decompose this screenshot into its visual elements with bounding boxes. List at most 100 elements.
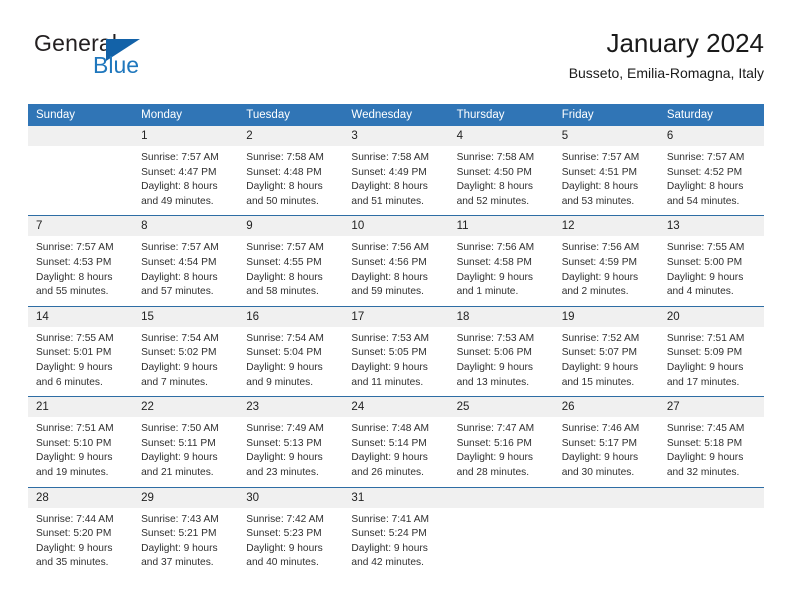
day-cell: [553, 486, 659, 577]
daylight-text-line2: and 55 minutes.: [36, 286, 109, 298]
sunrise-text: Sunrise: 7:47 AM: [456, 423, 535, 435]
day-cell: [448, 486, 554, 577]
day-cell[interactable]: 18 Sunrise: 7:53 AM Sunset: 5:06 PM Dayl…: [448, 305, 554, 397]
day-cell[interactable]: 31 Sunrise: 7:41 AM Sunset: 5:24 PM Dayl…: [343, 486, 449, 577]
daylight-text-line1: Daylight: 9 hours: [456, 361, 534, 373]
page-title: January 2024: [606, 28, 764, 58]
daylight-text-line2: and 9 minutes.: [246, 376, 314, 388]
calendar-page: General Blue January 2024 Busseto, Emili…: [0, 0, 792, 612]
day-number: 31: [343, 487, 449, 508]
day-number: 21: [28, 397, 134, 418]
day-cell[interactable]: 7 Sunrise: 7:57 AM Sunset: 4:53 PM Dayli…: [28, 215, 134, 307]
sunset-text: Sunset: 4:47 PM: [141, 166, 217, 178]
day-details: Sunrise: 7:57 AM Sunset: 4:54 PM Dayligh…: [133, 236, 238, 305]
sunset-text: Sunset: 5:06 PM: [456, 347, 532, 359]
day-cell[interactable]: 17 Sunrise: 7:53 AM Sunset: 5:05 PM Dayl…: [343, 305, 449, 397]
day-cell[interactable]: 26 Sunrise: 7:46 AM Sunset: 5:17 PM Dayl…: [553, 396, 659, 487]
day-cell[interactable]: 22 Sunrise: 7:50 AM Sunset: 5:11 PM Dayl…: [133, 396, 239, 487]
day-cell[interactable]: 21 Sunrise: 7:51 AM Sunset: 5:10 PM Dayl…: [28, 396, 134, 487]
daylight-text-line2: and 21 minutes.: [141, 466, 214, 478]
daylight-text-line1: Daylight: 8 hours: [246, 271, 323, 283]
sunrise-text: Sunrise: 7:55 AM: [666, 242, 745, 254]
sunrise-text: Sunrise: 7:57 AM: [666, 152, 745, 163]
calendar-table: Sunday Monday Tuesday Wednesday Thursday…: [28, 104, 764, 577]
day-cell[interactable]: 4 Sunrise: 7:58 AM Sunset: 4:50 PM Dayli…: [448, 126, 554, 216]
daylight-text-line2: and 28 minutes.: [456, 466, 530, 478]
daylight-text-line1: Daylight: 9 hours: [351, 542, 428, 554]
day-cell[interactable]: 9 Sunrise: 7:57 AM Sunset: 4:55 PM Dayli…: [238, 215, 344, 307]
day-cell[interactable]: 25 Sunrise: 7:47 AM Sunset: 5:16 PM Dayl…: [448, 396, 554, 487]
day-cell[interactable]: 30 Sunrise: 7:42 AM Sunset: 5:23 PM Dayl…: [238, 486, 344, 577]
day-details: Sunrise: 7:57 AM Sunset: 4:55 PM Dayligh…: [238, 236, 343, 305]
daylight-text-line2: and 54 minutes.: [666, 195, 740, 207]
sunrise-text: Sunrise: 7:50 AM: [141, 423, 219, 435]
day-number: [658, 487, 764, 508]
day-cell[interactable]: 24 Sunrise: 7:48 AM Sunset: 5:14 PM Dayl…: [343, 396, 449, 487]
daylight-text-line2: and 13 minutes.: [456, 376, 530, 388]
daylight-text-line1: Daylight: 9 hours: [666, 271, 744, 283]
day-details: Sunrise: 7:50 AM Sunset: 5:11 PM Dayligh…: [133, 417, 238, 486]
weekday-header-friday: Friday: [553, 104, 659, 126]
day-cell[interactable]: 27 Sunrise: 7:45 AM Sunset: 5:18 PM Dayl…: [658, 396, 764, 487]
sunset-text: Sunset: 4:58 PM: [456, 256, 532, 268]
sunset-text: Sunset: 4:51 PM: [561, 166, 638, 178]
day-cell[interactable]: 11 Sunrise: 7:56 AM Sunset: 4:58 PM Dayl…: [448, 215, 554, 307]
sunset-text: Sunset: 5:14 PM: [351, 437, 427, 449]
daylight-text-line1: Daylight: 9 hours: [141, 452, 218, 464]
day-details: Sunrise: 7:47 AM Sunset: 5:16 PM Dayligh…: [449, 417, 554, 486]
day-cell[interactable]: 16 Sunrise: 7:54 AM Sunset: 5:04 PM Dayl…: [238, 305, 344, 397]
sunset-text: Sunset: 4:53 PM: [36, 256, 112, 268]
day-details: Sunrise: 7:51 AM Sunset: 5:10 PM Dayligh…: [28, 417, 133, 486]
day-cell[interactable]: 13 Sunrise: 7:55 AM Sunset: 5:00 PM Dayl…: [658, 215, 764, 307]
daylight-text-line1: Daylight: 9 hours: [36, 542, 113, 554]
day-cell[interactable]: 8 Sunrise: 7:57 AM Sunset: 4:54 PM Dayli…: [133, 215, 239, 307]
day-details: [554, 508, 659, 570]
day-number: 30: [238, 487, 344, 508]
daylight-text-line1: Daylight: 9 hours: [666, 361, 744, 373]
day-number: 5: [553, 126, 659, 146]
calendar-grid: Sunday Monday Tuesday Wednesday Thursday…: [28, 104, 764, 577]
day-number: 12: [553, 216, 659, 237]
sunrise-text: Sunrise: 7:53 AM: [456, 332, 535, 344]
sunset-text: Sunset: 4:48 PM: [246, 166, 322, 178]
day-cell[interactable]: 28 Sunrise: 7:44 AM Sunset: 5:20 PM Dayl…: [28, 486, 134, 577]
general-blue-logo[interactable]: General Blue: [34, 30, 204, 86]
daylight-text-line1: Daylight: 9 hours: [456, 452, 534, 464]
day-cell[interactable]: 15 Sunrise: 7:54 AM Sunset: 5:02 PM Dayl…: [133, 305, 239, 397]
day-cell[interactable]: 2 Sunrise: 7:58 AM Sunset: 4:48 PM Dayli…: [238, 126, 344, 216]
day-cell[interactable]: 3 Sunrise: 7:58 AM Sunset: 4:49 PM Dayli…: [343, 126, 449, 216]
day-details: Sunrise: 7:54 AM Sunset: 5:02 PM Dayligh…: [133, 327, 238, 396]
day-details: Sunrise: 7:57 AM Sunset: 4:53 PM Dayligh…: [28, 236, 133, 305]
sunset-text: Sunset: 4:55 PM: [246, 256, 322, 268]
sunrise-text: Sunrise: 7:41 AM: [351, 513, 430, 525]
day-details: Sunrise: 7:58 AM Sunset: 4:48 PM Dayligh…: [238, 146, 343, 215]
page-header: General Blue January 2024 Busseto, Emili…: [28, 26, 764, 98]
day-number: 9: [238, 216, 344, 237]
day-cell[interactable]: 23 Sunrise: 7:49 AM Sunset: 5:13 PM Dayl…: [238, 396, 344, 487]
daylight-text-line2: and 53 minutes.: [561, 195, 635, 207]
sunrise-text: Sunrise: 7:43 AM: [141, 513, 219, 525]
day-details: Sunrise: 7:56 AM Sunset: 4:59 PM Dayligh…: [554, 236, 659, 305]
day-details: [28, 146, 133, 208]
day-cell[interactable]: 12 Sunrise: 7:56 AM Sunset: 4:59 PM Dayl…: [553, 215, 659, 307]
day-cell[interactable]: 20 Sunrise: 7:51 AM Sunset: 5:09 PM Dayl…: [658, 305, 764, 397]
day-cell[interactable]: 1 Sunrise: 7:57 AM Sunset: 4:47 PM Dayli…: [133, 126, 239, 216]
sunrise-text: Sunrise: 7:53 AM: [351, 332, 430, 344]
daylight-text-line1: Daylight: 8 hours: [561, 181, 639, 193]
day-details: Sunrise: 7:56 AM Sunset: 4:56 PM Dayligh…: [343, 236, 448, 305]
daylight-text-line1: Daylight: 9 hours: [246, 361, 323, 373]
day-cell[interactable]: 10 Sunrise: 7:56 AM Sunset: 4:56 PM Dayl…: [343, 215, 449, 307]
day-number: 3: [343, 126, 449, 146]
day-cell[interactable]: 6 Sunrise: 7:57 AM Sunset: 4:52 PM Dayli…: [658, 126, 764, 216]
day-cell[interactable]: 29 Sunrise: 7:43 AM Sunset: 5:21 PM Dayl…: [133, 486, 239, 577]
daylight-text-line2: and 4 minutes.: [666, 286, 734, 298]
day-number: 27: [658, 397, 764, 418]
day-cell[interactable]: 14 Sunrise: 7:55 AM Sunset: 5:01 PM Dayl…: [28, 305, 134, 397]
day-cell[interactable]: 19 Sunrise: 7:52 AM Sunset: 5:07 PM Dayl…: [553, 305, 659, 397]
weekday-header-sunday: Sunday: [28, 104, 134, 126]
sunrise-text: Sunrise: 7:57 AM: [561, 152, 640, 163]
day-number: 2: [238, 126, 344, 146]
sunset-text: Sunset: 5:13 PM: [246, 437, 322, 449]
daylight-text-line1: Daylight: 9 hours: [456, 271, 534, 283]
day-cell[interactable]: 5 Sunrise: 7:57 AM Sunset: 4:51 PM Dayli…: [553, 126, 659, 216]
